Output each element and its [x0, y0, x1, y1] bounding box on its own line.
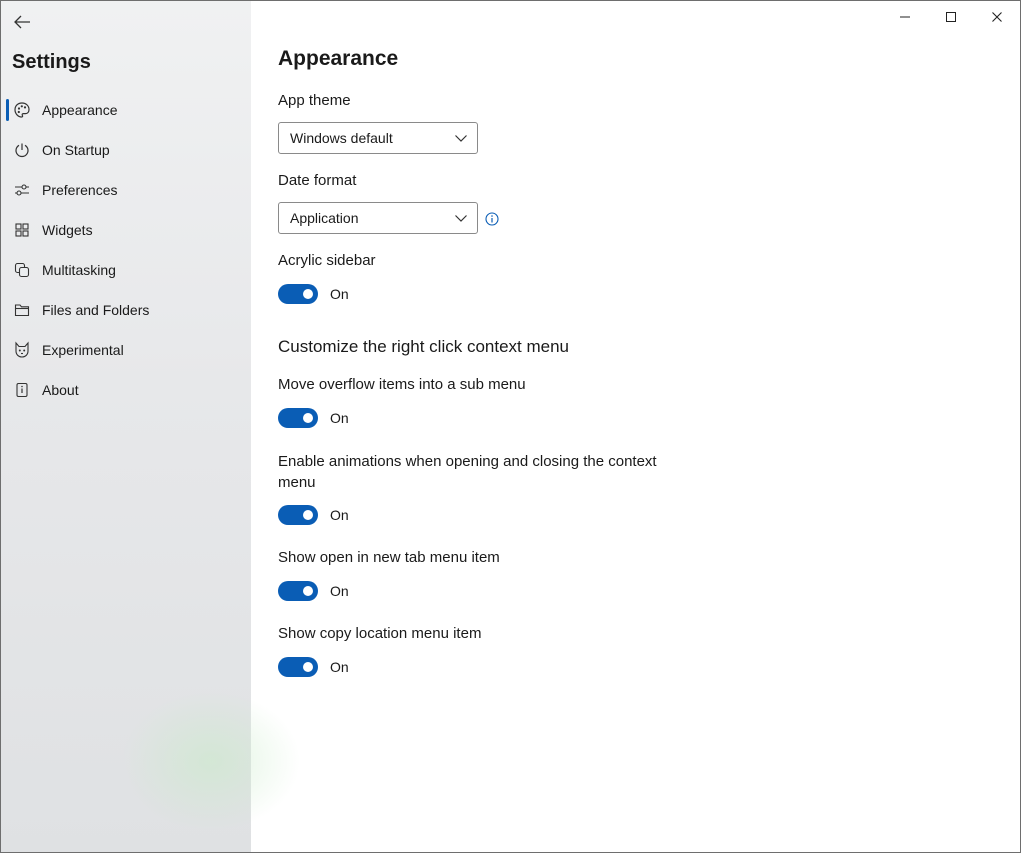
about-icon: [13, 381, 31, 399]
sidebar-item-on-startup[interactable]: On Startup: [1, 130, 251, 170]
settings-window: Settings Appearance On Startup Preferenc…: [0, 0, 1021, 853]
selection-indicator: [6, 99, 9, 121]
info-icon[interactable]: [485, 212, 499, 226]
sidebar-item-multitasking[interactable]: Multitasking: [1, 250, 251, 290]
sidebar-item-label: Preferences: [42, 182, 118, 198]
window-caption-buttons: [882, 1, 1020, 33]
toggle-knob: [303, 413, 313, 423]
sidebar-item-label: Experimental: [42, 342, 124, 358]
copy-location-toggle-row: On: [278, 657, 478, 677]
palette-icon: [13, 101, 31, 119]
app-theme-value: Windows default: [290, 130, 393, 146]
maximize-icon: [946, 12, 956, 22]
minimize-icon: [900, 16, 910, 18]
sidebar-item-label: Appearance: [42, 102, 118, 118]
toggle-knob: [303, 662, 313, 672]
cat-icon: [13, 341, 31, 359]
sidebar-nav: Appearance On Startup Preferences Widget…: [1, 90, 251, 410]
toggle-state-label: On: [330, 410, 349, 426]
maximize-button[interactable]: [928, 1, 974, 33]
close-button[interactable]: [974, 1, 1020, 33]
power-icon: [13, 141, 31, 159]
open-new-tab-toggle[interactable]: [278, 581, 318, 601]
animations-toggle[interactable]: [278, 505, 318, 525]
overflow-items-toggle-row: On: [278, 408, 478, 428]
toggle-state-label: On: [330, 583, 349, 599]
toggle-state-label: On: [330, 507, 349, 523]
date-format-dropdown[interactable]: Application: [278, 202, 478, 234]
toggle-knob: [303, 289, 313, 299]
minimize-button[interactable]: [882, 1, 928, 33]
copy-location-toggle[interactable]: [278, 657, 318, 677]
chevron-down-icon: [455, 215, 467, 222]
back-arrow-icon: [14, 15, 30, 29]
sidebar-item-widgets[interactable]: Widgets: [1, 210, 251, 250]
sidebar-item-label: About: [42, 382, 79, 398]
animations-label: Enable animations when opening and closi…: [278, 453, 657, 491]
toggle-state-label: On: [330, 286, 349, 302]
close-icon: [992, 12, 1002, 22]
date-format-value: Application: [290, 210, 359, 226]
sidebar-item-preferences[interactable]: Preferences: [1, 170, 251, 210]
copy-location-label: Show copy location menu item: [278, 625, 482, 642]
sidebar-item-about[interactable]: About: [1, 370, 251, 410]
multitasking-icon: [13, 261, 31, 279]
folder-icon: [13, 301, 31, 319]
back-button[interactable]: [7, 7, 37, 37]
animations-toggle-row: On: [278, 505, 478, 525]
sidebar-item-appearance[interactable]: Appearance: [1, 90, 251, 130]
widgets-icon: [13, 221, 31, 239]
sidebar-title: Settings: [12, 51, 91, 73]
date-format-label: Date format: [278, 172, 357, 189]
open-new-tab-toggle-row: On: [278, 581, 478, 601]
acrylic-sidebar-toggle[interactable]: [278, 284, 318, 304]
open-new-tab-label: Show open in new tab menu item: [278, 549, 500, 566]
sidebar-item-label: Widgets: [42, 222, 93, 238]
sidebar-item-label: Multitasking: [42, 262, 116, 278]
toggle-knob: [303, 510, 313, 520]
chevron-down-icon: [455, 135, 467, 142]
sidebar-item-experimental[interactable]: Experimental: [1, 330, 251, 370]
app-theme-dropdown[interactable]: Windows default: [278, 122, 478, 154]
sliders-icon: [13, 181, 31, 199]
acrylic-sidebar-label: Acrylic sidebar: [278, 252, 376, 269]
sidebar: Settings Appearance On Startup Preferenc…: [1, 1, 301, 852]
sidebar-item-files-and-folders[interactable]: Files and Folders: [1, 290, 251, 330]
sidebar-item-label: On Startup: [42, 142, 110, 158]
overflow-items-toggle[interactable]: [278, 408, 318, 428]
toggle-state-label: On: [330, 659, 349, 675]
page-title: Appearance: [278, 47, 399, 70]
overflow-items-label: Move overflow items into a sub menu: [278, 376, 526, 393]
acrylic-sidebar-toggle-row: On: [278, 284, 478, 304]
context-menu-section-header: Customize the right click context menu: [278, 337, 570, 356]
sidebar-item-label: Files and Folders: [42, 302, 150, 318]
toggle-knob: [303, 586, 313, 596]
app-theme-label: App theme: [278, 92, 351, 109]
